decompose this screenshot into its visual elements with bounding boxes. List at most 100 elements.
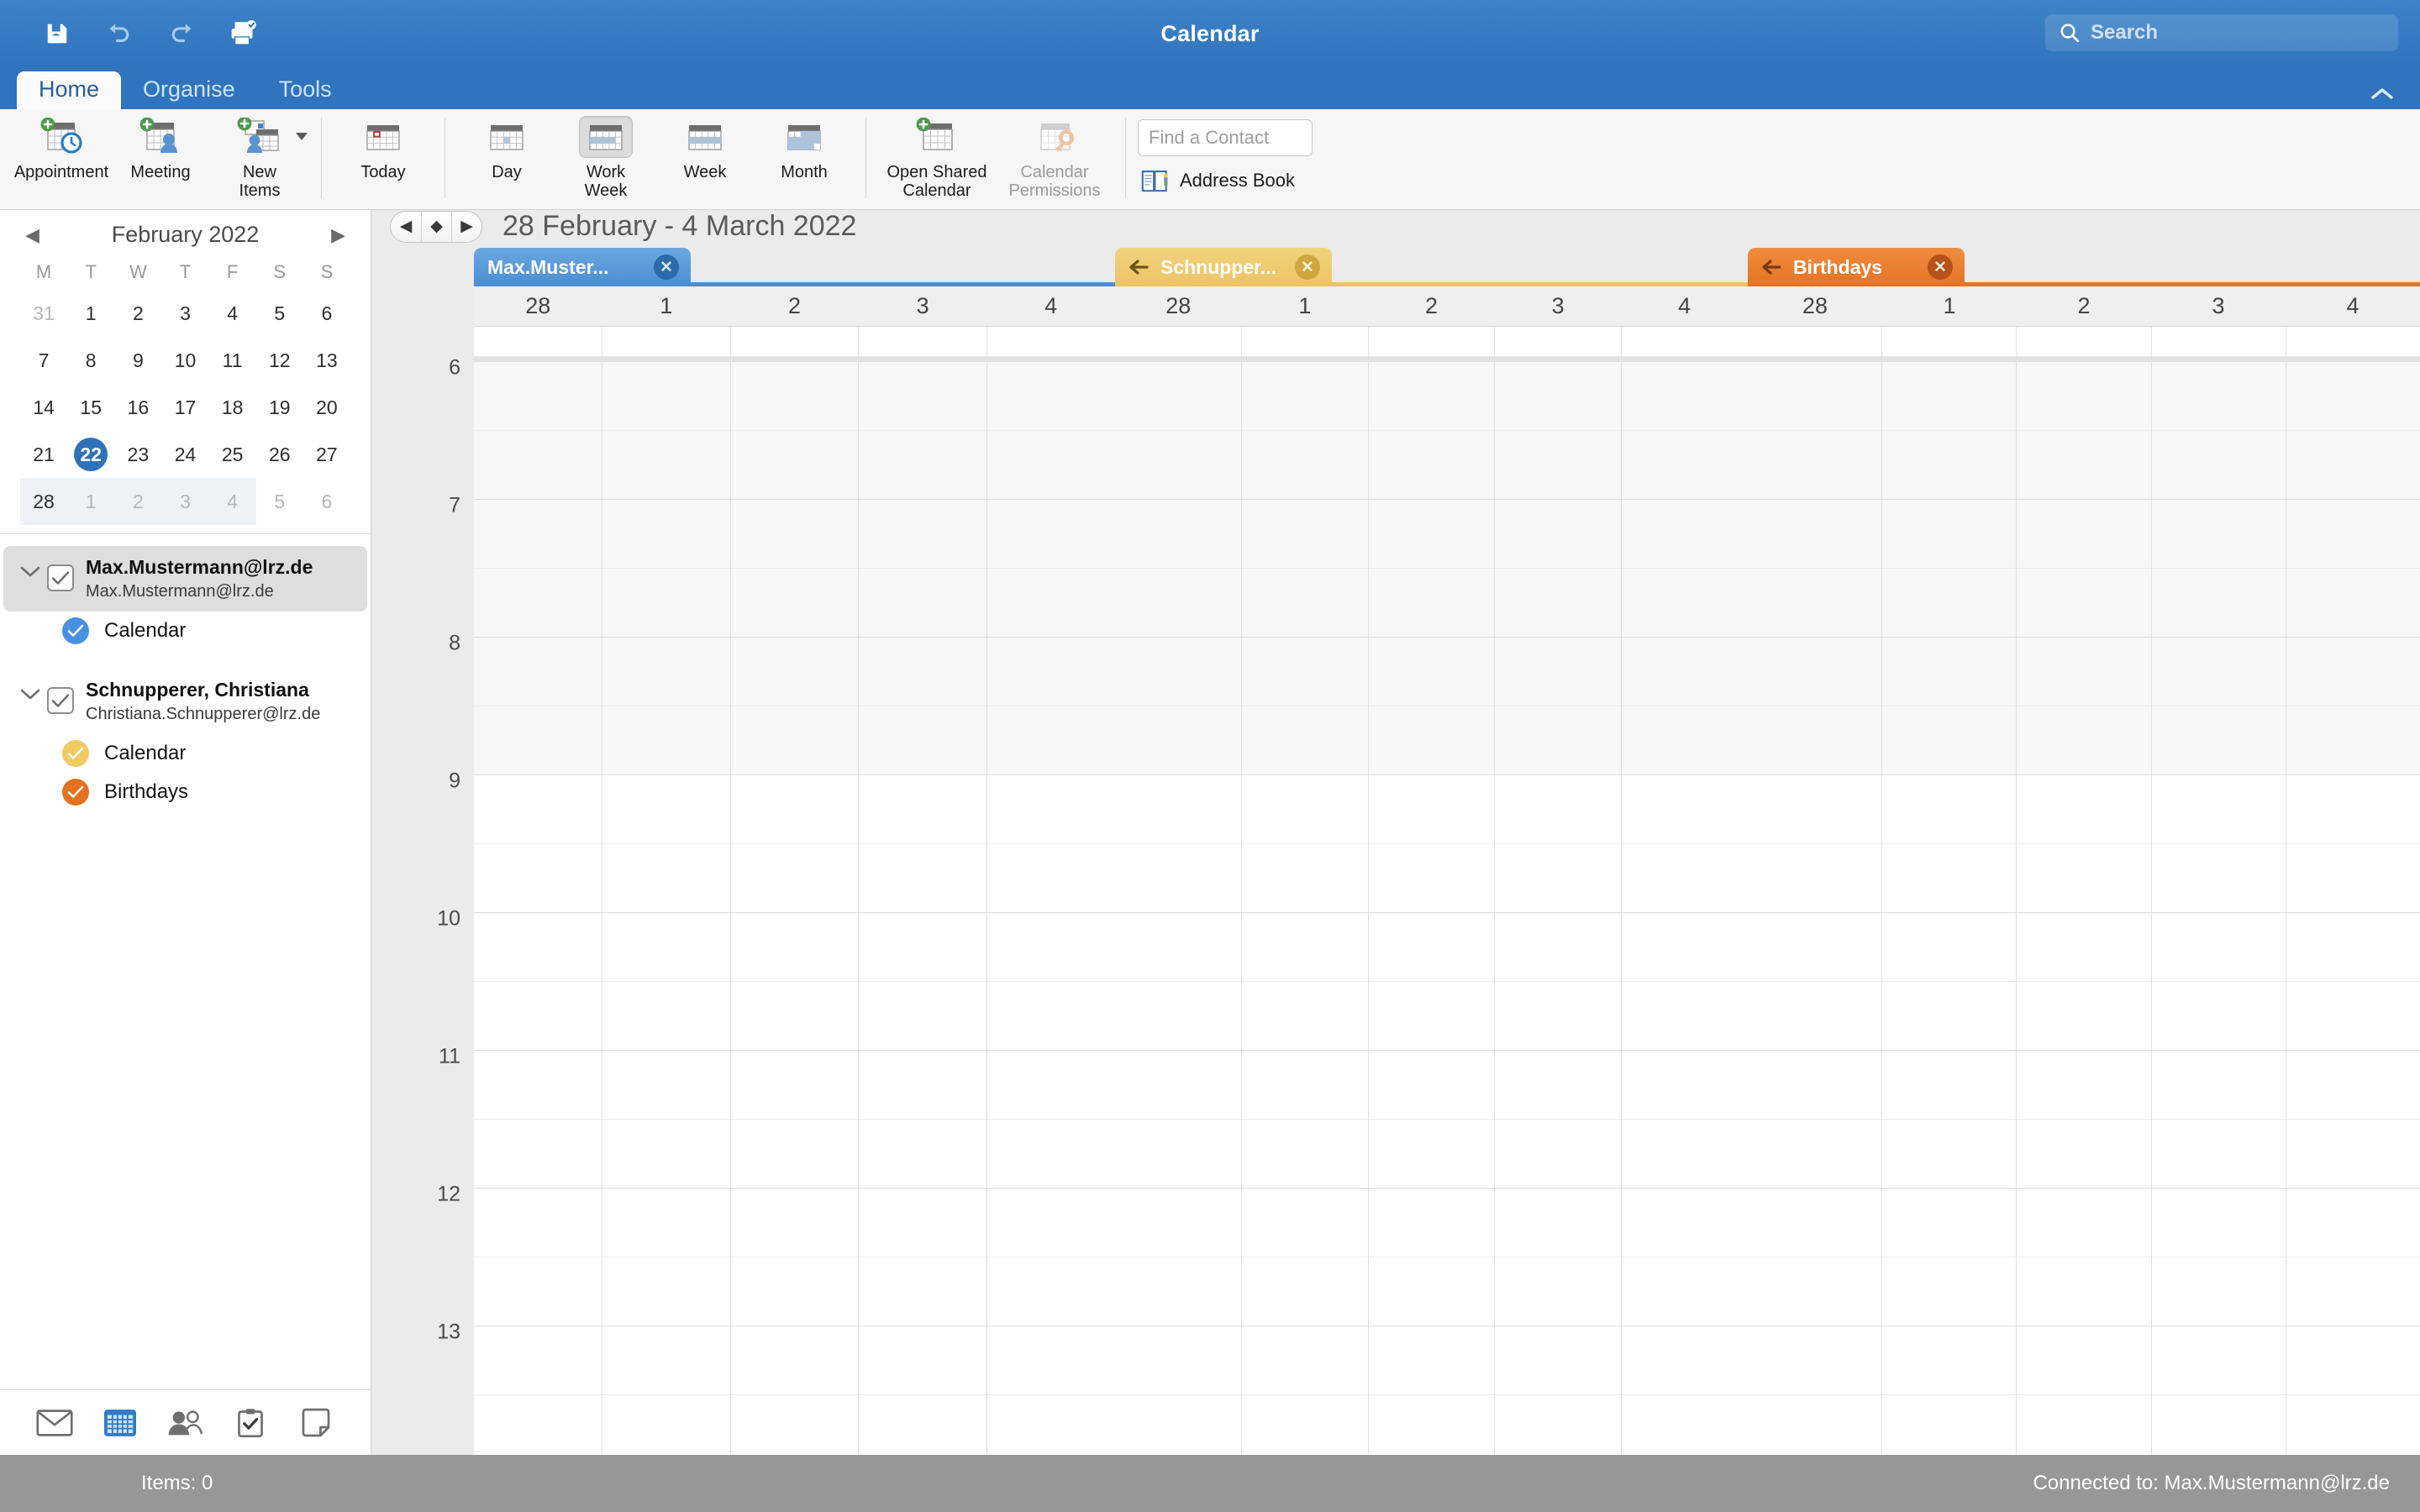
time-slot[interactable] [474, 844, 602, 913]
time-slot[interactable] [1748, 1051, 1882, 1120]
time-slot[interactable] [730, 638, 859, 706]
time-slot[interactable] [2286, 1395, 2420, 1464]
mini-calendar-day[interactable]: 1 [67, 478, 115, 525]
time-slot[interactable] [859, 1395, 987, 1464]
time-slot[interactable] [1115, 913, 1241, 982]
time-slot[interactable] [1748, 1120, 1882, 1189]
mini-calendar-day[interactable]: 2 [114, 290, 161, 337]
save-icon[interactable] [39, 15, 76, 52]
time-slot[interactable] [1241, 1120, 1368, 1189]
time-slot[interactable] [2151, 500, 2286, 569]
time-slot[interactable] [987, 706, 1115, 775]
time-slot[interactable] [1241, 1326, 1368, 1395]
all-day-cell[interactable] [731, 327, 860, 356]
calendar-day-number[interactable]: 28 [1115, 286, 1242, 326]
time-slot[interactable] [1115, 1051, 1241, 1120]
mini-calendar-day[interactable]: 28 [20, 478, 68, 525]
time-slot[interactable] [602, 1257, 730, 1326]
calendar-day-number[interactable]: 4 [2286, 286, 2420, 326]
account-checkbox[interactable] [47, 564, 74, 591]
close-icon[interactable]: ✕ [1295, 255, 1320, 280]
calendar-group-tab[interactable]: Birthdays ✕ [1748, 248, 1965, 286]
mini-calendar-day[interactable]: 20 [303, 384, 350, 431]
time-slot[interactable] [1241, 362, 1368, 431]
time-slot[interactable] [730, 1120, 859, 1189]
mini-calendar-day[interactable]: 24 [161, 431, 208, 478]
time-slot[interactable] [859, 913, 987, 982]
mini-calendar-day[interactable]: 16 [114, 384, 161, 431]
time-slot[interactable] [1882, 1395, 2017, 1464]
time-slot[interactable] [987, 362, 1115, 431]
time-slot[interactable] [1882, 362, 2017, 431]
time-slot[interactable] [2017, 1051, 2151, 1120]
time-slot[interactable] [2151, 569, 2286, 638]
calendar-icon[interactable] [94, 1399, 146, 1446]
mini-calendar-day[interactable]: 23 [114, 431, 161, 478]
time-slot[interactable] [474, 431, 602, 500]
time-slot[interactable] [474, 500, 602, 569]
time-slot[interactable] [1368, 1395, 1495, 1464]
arrow-left-icon[interactable] [1128, 259, 1150, 276]
time-slot[interactable] [859, 1326, 987, 1395]
mini-calendar-day[interactable]: 8 [67, 337, 114, 384]
time-slot[interactable] [2151, 431, 2286, 500]
time-slot[interactable] [2151, 913, 2286, 982]
time-slot[interactable] [474, 1257, 602, 1326]
time-slot[interactable] [602, 982, 730, 1051]
time-slot[interactable] [1241, 913, 1368, 982]
time-slot[interactable] [1622, 706, 1748, 775]
time-slot[interactable] [602, 1189, 730, 1257]
calendar-list-item[interactable]: Calendar [0, 612, 371, 650]
time-slot[interactable] [859, 569, 987, 638]
time-slot[interactable] [987, 1051, 1115, 1120]
find-contact-input[interactable]: Find a Contact [1138, 119, 1313, 156]
time-slot[interactable] [859, 1120, 987, 1189]
time-slot[interactable] [602, 431, 730, 500]
close-icon[interactable]: ✕ [1928, 255, 1953, 280]
time-slot[interactable] [602, 775, 730, 844]
time-slot[interactable] [1622, 1120, 1748, 1189]
time-slot[interactable] [1622, 982, 1748, 1051]
arrow-left-icon[interactable] [1761, 259, 1783, 276]
time-slot[interactable] [987, 1120, 1115, 1189]
time-slot[interactable] [1368, 913, 1495, 982]
time-slot[interactable] [1368, 844, 1495, 913]
time-slot[interactable] [1882, 431, 2017, 500]
time-slot[interactable] [2017, 1257, 2151, 1326]
time-slot[interactable] [1882, 1257, 2017, 1326]
redo-icon[interactable] [163, 15, 200, 52]
calendar-day-number[interactable]: 28 [474, 286, 602, 326]
mini-calendar-day[interactable]: 21 [20, 431, 67, 478]
time-slot[interactable] [1241, 1395, 1368, 1464]
chevron-down-icon[interactable] [296, 133, 308, 140]
time-slot[interactable] [1622, 431, 1748, 500]
time-slot[interactable] [1368, 1051, 1495, 1120]
time-slot[interactable] [1495, 638, 1622, 706]
date-today-button[interactable]: ◆ [421, 211, 451, 242]
mini-calendar-day[interactable]: 12 [256, 337, 303, 384]
time-slot[interactable] [1115, 431, 1241, 500]
tab-tools[interactable]: Tools [257, 71, 354, 109]
time-slot[interactable] [1622, 500, 1748, 569]
mini-calendar-day[interactable]: 5 [256, 478, 303, 525]
time-slot[interactable] [730, 1257, 859, 1326]
all-day-cell[interactable] [1882, 327, 2018, 356]
all-day-cell[interactable] [1495, 327, 1623, 356]
time-slot[interactable] [1882, 913, 2017, 982]
time-slot[interactable] [602, 1326, 730, 1395]
time-slot[interactable] [1495, 706, 1622, 775]
day-view-button[interactable]: Day [457, 109, 556, 202]
time-slot[interactable] [987, 569, 1115, 638]
mini-calendar-day[interactable]: 9 [114, 337, 161, 384]
time-slot[interactable] [1622, 913, 1748, 982]
calendar-day-number[interactable]: 3 [859, 286, 987, 326]
time-slot[interactable] [1241, 500, 1368, 569]
calendar-day-number[interactable]: 4 [1621, 286, 1748, 326]
time-slot[interactable] [474, 1189, 602, 1257]
time-slot[interactable] [730, 913, 859, 982]
mini-calendar-day[interactable]: 14 [20, 384, 67, 431]
calendar-list-item[interactable]: Birthdays [0, 773, 371, 811]
time-slot[interactable] [1368, 706, 1495, 775]
time-slot[interactable] [1115, 775, 1241, 844]
time-slot[interactable] [1495, 1257, 1622, 1326]
